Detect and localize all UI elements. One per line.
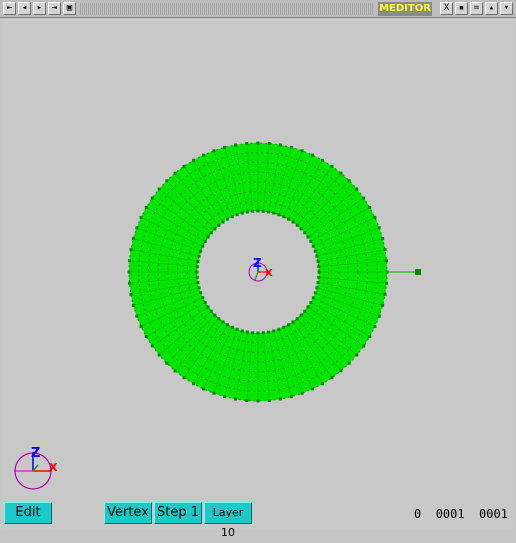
- raise-icon[interactable]: ▴: [485, 2, 498, 15]
- layer-button[interactable]: Layer 10: [204, 502, 252, 539]
- center-z-label: Z: [253, 256, 262, 270]
- status-counter: 0 0001 0001: [414, 507, 514, 525]
- first-icon[interactable]: ⇤: [3, 2, 16, 15]
- center-axis-gizmo: Z X: [248, 256, 273, 282]
- edit-button[interactable]: Edit: [4, 502, 52, 524]
- close-icon[interactable]: X: [440, 2, 453, 15]
- title-bar-drag-area[interactable]: [80, 3, 374, 15]
- mesh-canvas[interactable]: Z X Z X: [2, 19, 514, 499]
- status-a: 0: [414, 507, 422, 521]
- step-button[interactable]: Step 1: [154, 502, 202, 524]
- last-icon[interactable]: ⇥: [48, 2, 61, 15]
- orientation-gizmo: Z X: [14, 446, 58, 490]
- next-icon[interactable]: ▸: [33, 2, 46, 15]
- mesh-viewport[interactable]: Z X Z X: [2, 19, 514, 529]
- status-c: 0001: [479, 507, 508, 521]
- boundary-marker-node: [415, 269, 421, 275]
- maximize-icon[interactable]: =: [470, 2, 483, 15]
- iconify-icon[interactable]: ▪: [455, 2, 468, 15]
- window-menu-icon[interactable]: ▣: [63, 2, 76, 15]
- center-x-label: X: [265, 268, 273, 279]
- gizmo-x-label: X: [49, 461, 58, 474]
- prev-icon[interactable]: ◂: [18, 2, 31, 15]
- vertex-button[interactable]: Vertex: [104, 502, 152, 524]
- gizmo-z-label: Z: [31, 446, 40, 461]
- status-b: 0001: [435, 507, 465, 521]
- window-title: MEDITOR: [378, 2, 432, 16]
- title-bar: ⇤ ◂ ▸ ⇥ ▣ MEDITOR X ▪ = ▴ ▾: [0, 0, 516, 18]
- lower-icon[interactable]: ▾: [500, 2, 513, 15]
